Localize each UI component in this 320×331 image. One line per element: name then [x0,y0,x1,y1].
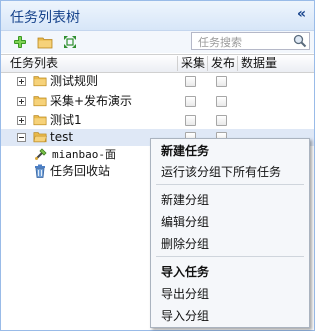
folder-open-icon [33,132,47,143]
tree-item-label: 任务回收站 [50,164,111,178]
collapse-button[interactable]: « [297,6,306,22]
recycle-bin-icon [35,164,45,178]
folder-icon [33,76,47,87]
folder-icon [33,115,47,126]
task-icon [35,148,47,160]
search-icon[interactable] [293,34,307,51]
folder-icon[interactable] [37,34,53,50]
publish-checkbox[interactable] [216,96,227,107]
folder-icon [33,96,47,107]
tree-item-label: 测试1 [50,113,82,127]
panel-title: 任务列表树 [10,10,80,26]
menu-item-delete-group[interactable]: 删除分组 [161,235,209,252]
menu-separator [156,184,304,185]
menu-item-run-group-tasks[interactable]: 运行该分组下所有任务 [161,163,281,180]
context-menu: 新建任务 运行该分组下所有任务 新建分组 编辑分组 删除分组 导入任务 导出分组… [150,138,310,328]
tree-item-label: test [50,130,74,144]
expand-toggle-icon[interactable] [17,116,26,125]
tree-row[interactable]: 采集+发布演示 [1,93,314,110]
menu-item-new-group[interactable]: 新建分组 [161,191,209,208]
menu-item-edit-group[interactable]: 编辑分组 [161,213,209,230]
menu-item-export-group[interactable]: 导出分组 [161,285,209,302]
column-header-task-list[interactable]: 任务列表 [7,56,177,71]
collect-checkbox[interactable] [185,76,196,87]
tree-row[interactable]: 测试1 [1,112,314,129]
column-header-data-count[interactable]: 数据量 [237,56,293,71]
search-box [191,32,310,50]
tree-item-label: 测试规则 [50,74,99,88]
toolbar [1,31,314,53]
search-input[interactable] [196,34,296,50]
expand-all-icon[interactable] [62,34,78,50]
collapse-toggle-icon[interactable] [17,133,26,142]
panel-header: 任务列表树 « [1,1,314,31]
menu-item-import-task[interactable]: 导入任务 [161,263,209,280]
collect-checkbox[interactable] [185,96,196,107]
tree-header: 任务列表 采集 发布 数据量 [1,54,314,73]
menu-item-import-group[interactable]: 导入分组 [161,307,209,324]
column-header-publish[interactable]: 发布 [207,56,237,71]
add-icon[interactable] [12,34,28,50]
tree-item-label: mianbao-面 [52,148,116,161]
publish-checkbox[interactable] [216,115,227,126]
menu-item-new-task[interactable]: 新建任务 [161,142,209,159]
expand-toggle-icon[interactable] [17,77,26,86]
expand-toggle-icon[interactable] [17,97,26,106]
task-tree-panel: 任务列表树 « 任务列表 采集 发布 数据量 测试规则 [0,0,315,331]
tree-row[interactable]: 测试规则 [1,73,314,90]
collect-checkbox[interactable] [185,115,196,126]
publish-checkbox[interactable] [216,76,227,87]
menu-separator [156,256,304,257]
tree-item-label: 采集+发布演示 [50,94,133,108]
column-header-collect[interactable]: 采集 [177,56,207,71]
